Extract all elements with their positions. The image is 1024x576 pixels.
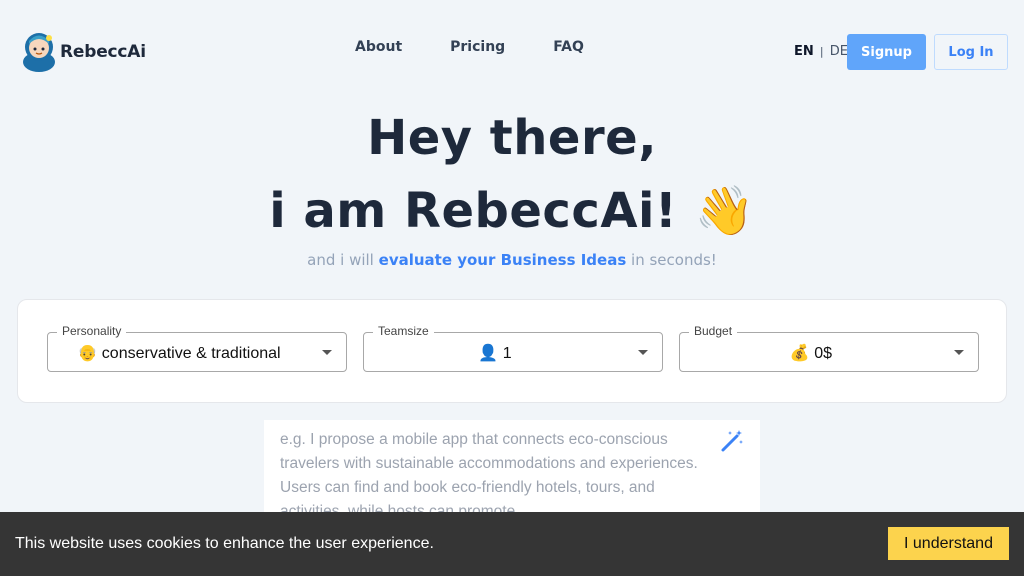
personality-select[interactable]: Personality 👴 conservative & traditional (47, 324, 347, 372)
nav-faq[interactable]: FAQ (553, 39, 584, 55)
nav-about[interactable]: About (355, 39, 402, 55)
teamsize-select[interactable]: Teamsize 👤 1 (363, 324, 663, 372)
hero-sub-pre: and i will (307, 251, 374, 269)
caret-down-icon (638, 350, 648, 355)
budget-select[interactable]: Budget 💰 0$ (679, 324, 979, 372)
cookie-text: This website uses cookies to enhance the… (15, 535, 434, 552)
magic-wand-icon[interactable] (720, 429, 744, 453)
brand-name: RebeccAi (60, 42, 146, 62)
signup-button[interactable]: Signup (847, 34, 926, 70)
brand-logo[interactable]: RebeccAi (22, 32, 146, 72)
personality-label: Personality (57, 324, 127, 338)
lang-de[interactable]: DE (830, 44, 848, 59)
teamsize-value: 👤 1 (478, 345, 512, 362)
hero-sub-post: in seconds! (631, 251, 717, 269)
caret-down-icon (954, 350, 964, 355)
teamsize-label: Teamsize (373, 324, 434, 338)
cookie-accept-button[interactable]: I understand (888, 527, 1009, 560)
caret-down-icon (322, 350, 332, 355)
budget-value: 💰 0$ (789, 345, 833, 362)
hero-sub-highlight: evaluate your Business Ideas (378, 251, 627, 269)
main-nav: About Pricing FAQ (355, 39, 632, 55)
language-switcher: EN | DE (794, 44, 848, 59)
hero-subtitle: and i will evaluate your Business Ideas … (0, 251, 1024, 269)
lang-en[interactable]: EN (794, 44, 814, 59)
login-button[interactable]: Log In (934, 34, 1008, 70)
hero-title-line1: Hey there, (367, 110, 657, 166)
site-header: RebeccAi About Pricing FAQ EN | DE Signu… (0, 0, 1024, 100)
idea-placeholder: e.g. I propose a mobile app that connect… (280, 431, 698, 520)
lang-separator: | (819, 45, 824, 58)
budget-label: Budget (689, 324, 738, 338)
options-card: Personality 👴 conservative & traditional… (17, 299, 1007, 403)
personality-value: 👴 conservative & traditional (77, 345, 281, 362)
nav-pricing[interactable]: Pricing (450, 39, 505, 55)
hero-title-line2: i am RebeccAi! 👋 (269, 183, 755, 239)
cookie-banner: This website uses cookies to enhance the… (0, 512, 1024, 576)
robot-avatar-icon (22, 32, 56, 72)
